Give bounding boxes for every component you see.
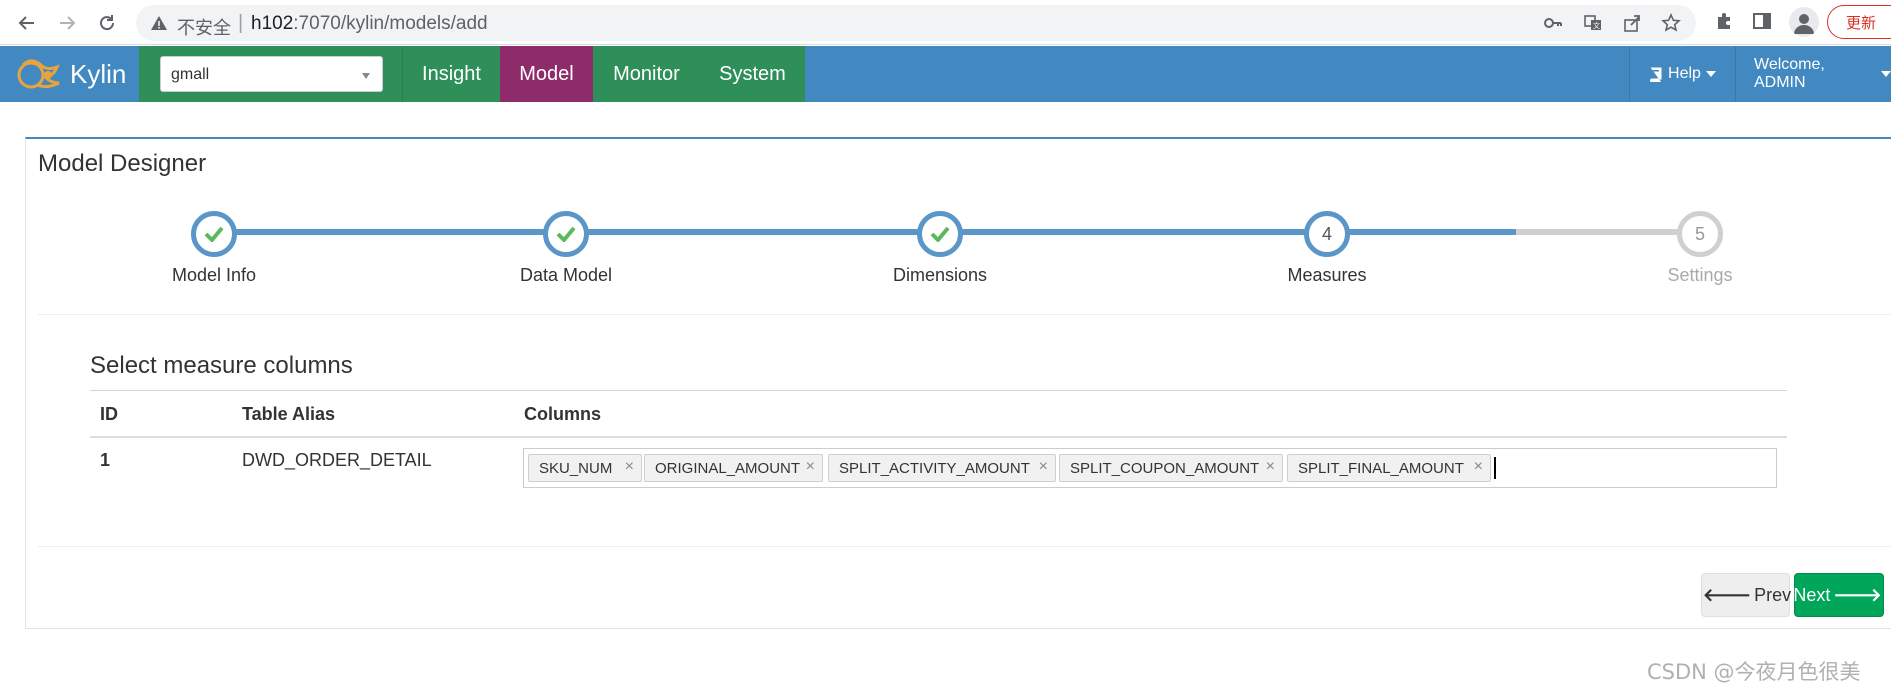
- bookmark-star-icon[interactable]: [1661, 13, 1681, 33]
- checkmark-icon: [930, 226, 950, 242]
- share-icon[interactable]: [1622, 13, 1642, 33]
- forward-arrow-icon[interactable]: [52, 8, 82, 38]
- section-title: Select measure columns: [90, 352, 353, 379]
- browser-toolbar: 不安全 | h102:7070/kylin/models/add 文 更新: [0, 0, 1891, 45]
- profile-avatar-icon[interactable]: [1789, 7, 1819, 37]
- column-header-columns: Columns: [524, 404, 602, 424]
- table-header-border: [90, 436, 1787, 438]
- wizard-label-model-info: Model Info: [171, 265, 257, 285]
- tab-system[interactable]: System: [700, 46, 805, 102]
- book-icon: [1650, 67, 1662, 82]
- tab-monitor[interactable]: Monitor: [593, 46, 700, 102]
- remove-tag-icon[interactable]: ×: [1474, 458, 1483, 476]
- url-host: h102: [251, 13, 294, 34]
- divider: [38, 546, 1891, 547]
- row-table-alias: DWD_ORDER_DETAIL: [242, 450, 432, 470]
- column-header-id: ID: [100, 404, 118, 424]
- svg-text:文: 文: [1593, 21, 1600, 30]
- wizard-step-dimensions[interactable]: [917, 211, 963, 257]
- divider: [38, 314, 1891, 315]
- wizard-remaining-line: [1516, 229, 1700, 235]
- table-top-border: [90, 390, 1787, 391]
- column-tag-label: SPLIT_ACTIVITY_AMOUNT: [839, 460, 1030, 477]
- update-button[interactable]: 更新: [1827, 5, 1891, 39]
- help-label: Help: [1668, 65, 1701, 82]
- remove-tag-icon[interactable]: ×: [625, 458, 634, 476]
- side-panel-icon[interactable]: [1752, 11, 1772, 31]
- wizard-step-number: 5: [1694, 223, 1705, 244]
- wizard-label-dimensions: Dimensions: [892, 265, 988, 285]
- wizard-step-settings[interactable]: 5: [1677, 211, 1723, 257]
- arrow-left-icon: 🡐: [1702, 584, 1752, 605]
- prev-button-label: Prev: [1754, 584, 1792, 605]
- caret-down-icon: [1705, 71, 1716, 77]
- url-text: h102:7070/kylin/models/add: [251, 13, 488, 35]
- key-icon[interactable]: [1543, 13, 1563, 33]
- remove-tag-icon[interactable]: ×: [1266, 458, 1275, 476]
- reload-icon[interactable]: [92, 8, 122, 38]
- wizard-label-measures: Measures: [1287, 265, 1367, 285]
- welcome-label: Welcome, ADMIN: [1754, 56, 1825, 91]
- column-tag: SKU_NUM ×: [528, 454, 642, 482]
- tab-model[interactable]: Model: [500, 46, 593, 102]
- checkmark-icon: [204, 226, 224, 242]
- arrow-right-icon: 🡒: [1833, 584, 1882, 605]
- extensions-icon[interactable]: [1714, 11, 1734, 31]
- caret-down-icon: [1881, 71, 1891, 77]
- brand-name: Kylin: [70, 59, 127, 89]
- column-tag-label: SKU_NUM: [539, 460, 613, 477]
- tab-insight[interactable]: Insight: [403, 46, 500, 102]
- insecure-label: 不安全: [177, 18, 231, 39]
- user-menu[interactable]: Welcome, ADMIN: [1736, 46, 1891, 102]
- wizard-step-number: 4: [1321, 223, 1332, 244]
- translate-icon[interactable]: 文: [1583, 13, 1603, 33]
- wizard-step-measures[interactable]: 4: [1304, 211, 1350, 257]
- help-menu[interactable]: Help: [1630, 46, 1735, 102]
- kylin-navbar: Kylin gmall Insight Model Monitor System…: [0, 46, 1891, 102]
- column-header-alias: Table Alias: [242, 404, 336, 424]
- row-id: 1: [100, 450, 111, 470]
- column-tag-label: SPLIT_COUPON_AMOUNT: [1070, 460, 1260, 477]
- model-designer-panel: [25, 137, 1891, 629]
- checkmark-icon: [556, 226, 576, 242]
- address-bar[interactable]: 不安全 | h102:7070/kylin/models/add 文: [136, 5, 1696, 41]
- remove-tag-icon[interactable]: ×: [1039, 458, 1048, 476]
- column-tag: SPLIT_COUPON_AMOUNT ×: [1059, 454, 1283, 482]
- brand[interactable]: Kylin: [0, 46, 139, 102]
- wizard-label-settings: Settings: [1667, 265, 1733, 285]
- measure-columns-select[interactable]: SKU_NUM × ORIGINAL_AMOUNT × SPLIT_ACTIVITY…: [523, 448, 1777, 488]
- remove-tag-icon[interactable]: ×: [806, 458, 815, 476]
- watermark: CSDN @今夜月色很美: [1647, 660, 1861, 684]
- project-select-value: gmall: [171, 66, 210, 83]
- column-tag: ORIGINAL_AMOUNT ×: [644, 454, 823, 482]
- warning-icon: [151, 16, 167, 30]
- back-arrow-icon[interactable]: [12, 8, 42, 38]
- column-tag-label: SPLIT_FINAL_AMOUNT: [1298, 460, 1464, 477]
- prev-button[interactable]: 🡐 Prev: [1701, 573, 1792, 617]
- address-separator: |: [238, 12, 244, 34]
- wizard-step-data-model[interactable]: [543, 211, 589, 257]
- column-tag-label: ORIGINAL_AMOUNT: [655, 460, 801, 477]
- wizard-label-data-model: Data Model: [519, 265, 613, 285]
- wizard-step-model-info[interactable]: [191, 211, 237, 257]
- chevron-down-icon: [362, 73, 370, 79]
- page-title: Model Designer: [38, 150, 207, 177]
- kylin-logo-icon: [17, 59, 60, 89]
- next-button[interactable]: Next 🡒: [1793, 573, 1884, 617]
- project-select[interactable]: gmall: [160, 56, 383, 92]
- next-button-label: Next: [1793, 584, 1831, 605]
- text-cursor: [1494, 457, 1496, 479]
- column-tag: SPLIT_FINAL_AMOUNT ×: [1287, 454, 1491, 482]
- column-tag: SPLIT_ACTIVITY_AMOUNT ×: [828, 454, 1056, 482]
- url-path: :7070/kylin/models/add: [293, 13, 488, 34]
